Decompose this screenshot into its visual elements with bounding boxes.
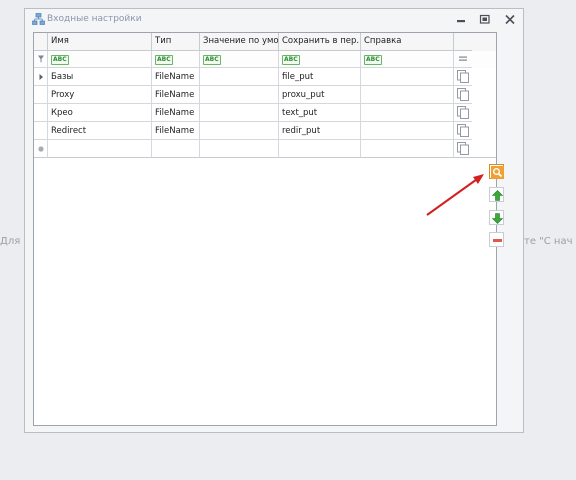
row-indicator[interactable] — [34, 68, 48, 86]
table-row[interactable]: Базы FileName file_put — [34, 68, 496, 86]
text-filter-icon: ABC — [364, 55, 382, 65]
cell-type[interactable]: FileName — [152, 86, 200, 104]
cell-help[interactable] — [361, 68, 454, 86]
text-filter-icon: ABC — [203, 55, 221, 65]
column-header-default[interactable]: Значение по умо... — [200, 33, 279, 51]
column-header-actions — [454, 33, 472, 51]
column-header-name[interactable]: Имя — [48, 33, 152, 51]
new-cell-help[interactable] — [361, 140, 454, 158]
arrow-up-icon — [491, 190, 504, 201]
table-row[interactable]: Креo FileName text_put — [34, 104, 496, 122]
cell-default[interactable] — [200, 122, 279, 140]
row-filler — [472, 122, 496, 140]
column-header-help[interactable]: Справка — [361, 33, 454, 51]
header-indicator-cell — [34, 33, 48, 51]
row-filler — [472, 140, 496, 158]
cell-type[interactable]: FileName — [152, 104, 200, 122]
copy-row-icon[interactable] — [457, 88, 469, 101]
text-filter-icon: ABC — [155, 55, 173, 65]
new-item-row[interactable] — [34, 140, 496, 158]
filter-filler — [472, 51, 496, 68]
new-cell-save-to[interactable] — [279, 140, 361, 158]
cell-actions — [454, 86, 472, 104]
row-filler — [472, 86, 496, 104]
filter-row-indicator — [34, 51, 48, 68]
input-settings-window: Входные настройки Имя Тип Значение по ум… — [24, 8, 524, 433]
row-filler — [472, 68, 496, 86]
cell-actions — [454, 68, 472, 86]
column-header-type[interactable]: Тип — [152, 33, 200, 51]
row-indicator[interactable] — [34, 122, 48, 140]
cell-actions — [454, 122, 472, 140]
remove-button[interactable] — [489, 232, 504, 247]
equals-icon — [459, 56, 467, 61]
maximize-icon[interactable] — [479, 14, 491, 25]
copy-row-icon[interactable] — [457, 70, 469, 83]
row-indicator[interactable] — [34, 86, 48, 104]
arrow-down-icon — [491, 213, 504, 224]
current-row-arrow-icon — [39, 73, 43, 80]
remove-icon — [493, 239, 502, 242]
text-filter-icon: ABC — [51, 55, 69, 65]
grid-header: Имя Тип Значение по умо... Сохранить в п… — [34, 33, 496, 51]
background-text-left: Для — [0, 236, 21, 247]
filter-icon — [37, 55, 44, 63]
cell-help[interactable] — [361, 86, 454, 104]
search-icon — [491, 166, 504, 179]
filter-name[interactable]: ABC — [48, 51, 152, 68]
text-filter-icon: ABC — [282, 55, 300, 65]
cell-save-to[interactable]: text_put — [279, 104, 361, 122]
filter-actions[interactable] — [454, 51, 472, 68]
cell-default[interactable] — [200, 104, 279, 122]
annotation-arrow — [426, 174, 484, 216]
move-down-button[interactable] — [489, 210, 504, 225]
new-row-icon — [37, 145, 44, 152]
cell-actions — [454, 104, 472, 122]
cell-type[interactable]: FileName — [152, 122, 200, 140]
new-cell-default[interactable] — [200, 140, 279, 158]
table-row[interactable]: Proxy FileName proxu_put — [34, 86, 496, 104]
filter-default[interactable]: ABC — [200, 51, 279, 68]
new-cell-type[interactable] — [152, 140, 200, 158]
cell-name[interactable]: Proxy — [48, 86, 152, 104]
cell-help[interactable] — [361, 104, 454, 122]
search-button[interactable] — [489, 164, 504, 179]
cell-save-to[interactable]: proxu_put — [279, 86, 361, 104]
move-up-button[interactable] — [489, 187, 504, 202]
table-row[interactable]: Redirect FileName redir_put — [34, 122, 496, 140]
cell-help[interactable] — [361, 122, 454, 140]
cell-default[interactable] — [200, 86, 279, 104]
filter-type[interactable]: ABC — [152, 51, 200, 68]
minimize-icon[interactable] — [455, 14, 467, 25]
new-cell-actions — [454, 140, 472, 158]
copy-row-icon[interactable] — [457, 106, 469, 119]
cell-name[interactable]: Redirect — [48, 122, 152, 140]
new-row-indicator[interactable] — [34, 140, 48, 158]
background-text-right: те "С нач — [524, 236, 573, 247]
row-filler — [472, 104, 496, 122]
window-title: Входные настройки — [47, 14, 142, 24]
cell-default[interactable] — [200, 68, 279, 86]
settings-tree-icon — [32, 13, 45, 25]
header-filler — [472, 33, 496, 51]
cell-name[interactable]: Базы — [48, 68, 152, 86]
filter-row: ABC ABC ABC ABC ABC — [34, 51, 496, 68]
cell-save-to[interactable]: redir_put — [279, 122, 361, 140]
cell-save-to[interactable]: file_put — [279, 68, 361, 86]
filter-help[interactable]: ABC — [361, 51, 454, 68]
copy-row-icon[interactable] — [457, 124, 469, 137]
new-cell-name[interactable] — [48, 140, 152, 158]
column-header-save-to[interactable]: Сохранить в пер... — [279, 33, 361, 51]
row-indicator[interactable] — [34, 104, 48, 122]
filter-save-to[interactable]: ABC — [279, 51, 361, 68]
title-bar[interactable]: Входные настройки — [25, 9, 523, 29]
cell-name[interactable]: Креo — [48, 104, 152, 122]
close-icon[interactable] — [504, 14, 516, 25]
settings-grid: Имя Тип Значение по умо... Сохранить в п… — [33, 32, 497, 426]
cell-type[interactable]: FileName — [152, 68, 200, 86]
copy-row-icon[interactable] — [457, 142, 469, 155]
